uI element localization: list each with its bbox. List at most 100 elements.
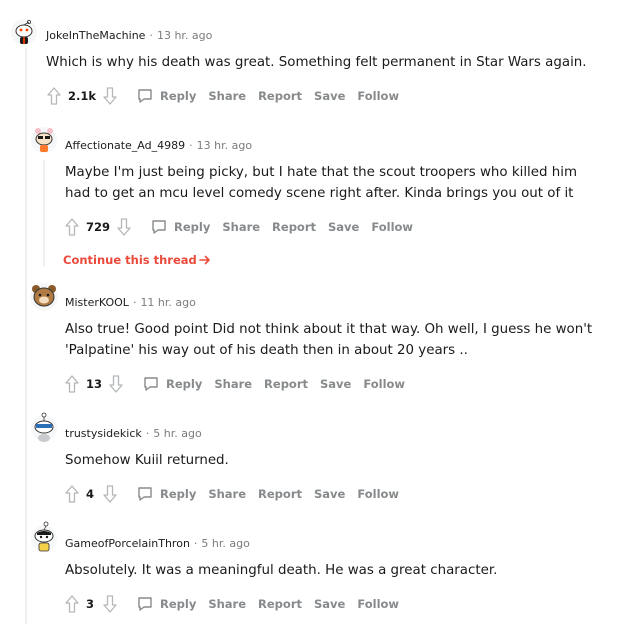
comment-actions: 4 Reply Share Report Save Follow — [60, 481, 411, 507]
snoo-avatar-icon — [31, 521, 57, 552]
share-button[interactable]: Share — [208, 89, 246, 103]
share-button[interactable]: Share — [222, 220, 260, 234]
comment-body: Which is why his death was great. Someth… — [46, 55, 587, 70]
report-button[interactable]: Report — [258, 89, 302, 103]
thread-line[interactable] — [43, 160, 45, 266]
avatar[interactable] — [30, 521, 58, 552]
save-button[interactable]: Save — [314, 487, 345, 501]
vote-score: 4 — [86, 487, 95, 501]
follow-button[interactable]: Follow — [363, 377, 405, 391]
meta-separator: · — [189, 139, 193, 152]
reply-label: Reply — [160, 487, 197, 501]
upvote-button[interactable] — [60, 482, 84, 506]
comment-bubble-icon — [152, 220, 166, 234]
downvote-icon — [117, 218, 131, 236]
reply-label: Reply — [160, 89, 197, 103]
continue-thread-link[interactable]: Continue this thread — [63, 253, 211, 267]
comment-actions: 729 Reply Share Report Save Follow — [60, 214, 425, 240]
meta-separator: · — [193, 537, 198, 550]
comment-actions: 13 Reply Share Report Save Follow — [60, 371, 417, 397]
thread-line[interactable] — [25, 48, 27, 624]
report-button[interactable]: Report — [264, 377, 308, 391]
avatar[interactable] — [29, 282, 58, 311]
meta-separator: · — [132, 296, 137, 309]
follow-button[interactable]: Follow — [371, 220, 413, 234]
comment-timestamp[interactable]: 13 hr. ago — [197, 139, 252, 152]
save-button[interactable]: Save — [320, 377, 351, 391]
downvote-icon — [103, 485, 117, 503]
downvote-icon — [103, 595, 117, 613]
comment-timestamp[interactable]: 5 hr. ago — [153, 427, 201, 440]
comment-author[interactable]: trustysidekick — [65, 427, 142, 440]
upvote-icon — [47, 87, 61, 105]
follow-button[interactable]: Follow — [357, 597, 399, 611]
upvote-icon — [65, 218, 79, 236]
share-button[interactable]: Share — [214, 377, 252, 391]
comment-bubble-icon — [144, 377, 158, 391]
vote-score: 13 — [86, 377, 103, 391]
comment-timestamp[interactable]: 5 hr. ago — [201, 537, 249, 550]
comment-author[interactable]: MisterKOOL — [65, 296, 129, 309]
comment-timestamp[interactable]: 13 hr. ago — [157, 29, 212, 42]
save-button[interactable]: Save — [314, 597, 345, 611]
save-button[interactable]: Save — [328, 220, 359, 234]
downvote-button[interactable] — [114, 215, 134, 239]
reply-button[interactable]: Reply — [150, 218, 210, 236]
reply-button[interactable]: Reply — [142, 375, 202, 393]
report-button[interactable]: Report — [258, 597, 302, 611]
comment-author[interactable]: GameofPorcelainThron — [65, 537, 190, 550]
comment-bubble-icon — [138, 597, 152, 611]
snoo-avatar-icon — [30, 283, 58, 311]
downvote-button[interactable] — [106, 372, 126, 396]
share-button[interactable]: Share — [208, 597, 246, 611]
comment-body: Maybe I'm just being picky, but I hate t… — [65, 165, 578, 201]
avatar[interactable] — [30, 126, 58, 154]
save-button[interactable]: Save — [314, 89, 345, 103]
downvote-icon — [103, 87, 117, 105]
avatar[interactable] — [30, 412, 58, 442]
comment-bubble-icon — [138, 487, 152, 501]
comment-actions: 2.1k Reply Share Report Save Follow — [42, 83, 411, 109]
follow-button[interactable]: Follow — [357, 89, 399, 103]
downvote-button[interactable] — [100, 84, 120, 108]
upvote-icon — [65, 485, 79, 503]
downvote-button[interactable] — [100, 592, 120, 616]
vote-score: 2.1k — [68, 89, 97, 103]
meta-separator: · — [145, 427, 150, 440]
comment-timestamp[interactable]: 11 hr. ago — [140, 296, 195, 309]
comment-author[interactable]: Affectionate_Ad_4989 — [65, 139, 185, 152]
follow-button[interactable]: Follow — [357, 487, 399, 501]
reply-button[interactable]: Reply — [136, 87, 196, 105]
downvote-icon — [109, 375, 123, 393]
share-button[interactable]: Share — [208, 487, 246, 501]
snoo-avatar-icon — [11, 19, 37, 45]
report-button[interactable]: Report — [258, 487, 302, 501]
comment-author[interactable]: JokeInTheMachine — [46, 29, 145, 42]
reply-label: Reply — [160, 597, 197, 611]
comment-body: Somehow Kuiil returned. — [65, 453, 229, 468]
upvote-icon — [65, 595, 79, 613]
downvote-button[interactable] — [100, 482, 120, 506]
reply-button[interactable]: Reply — [136, 595, 196, 613]
upvote-button[interactable] — [42, 84, 66, 108]
report-button[interactable]: Report — [272, 220, 316, 234]
reply-label: Reply — [166, 377, 203, 391]
upvote-button[interactable] — [60, 592, 84, 616]
vote-score: 729 — [86, 220, 111, 234]
vote-score: 3 — [86, 597, 95, 611]
comment-body: Also true! Good point Did not think abou… — [65, 322, 593, 358]
snoo-avatar-icon — [31, 127, 57, 153]
comment-body: Absolutely. It was a meaningful death. H… — [65, 563, 498, 578]
meta-separator: · — [149, 29, 153, 42]
comment-actions: 3 Reply Share Report Save Follow — [60, 591, 411, 617]
upvote-button[interactable] — [60, 372, 84, 396]
snoo-avatar-icon — [31, 412, 57, 442]
avatar[interactable] — [10, 18, 38, 46]
continue-thread-label: Continue this thread — [63, 253, 197, 267]
upvote-icon — [65, 375, 79, 393]
upvote-button[interactable] — [60, 215, 84, 239]
reply-button[interactable]: Reply — [136, 485, 196, 503]
reply-label: Reply — [174, 220, 211, 234]
comment-bubble-icon — [138, 89, 152, 103]
arrow-right-icon — [198, 255, 210, 265]
